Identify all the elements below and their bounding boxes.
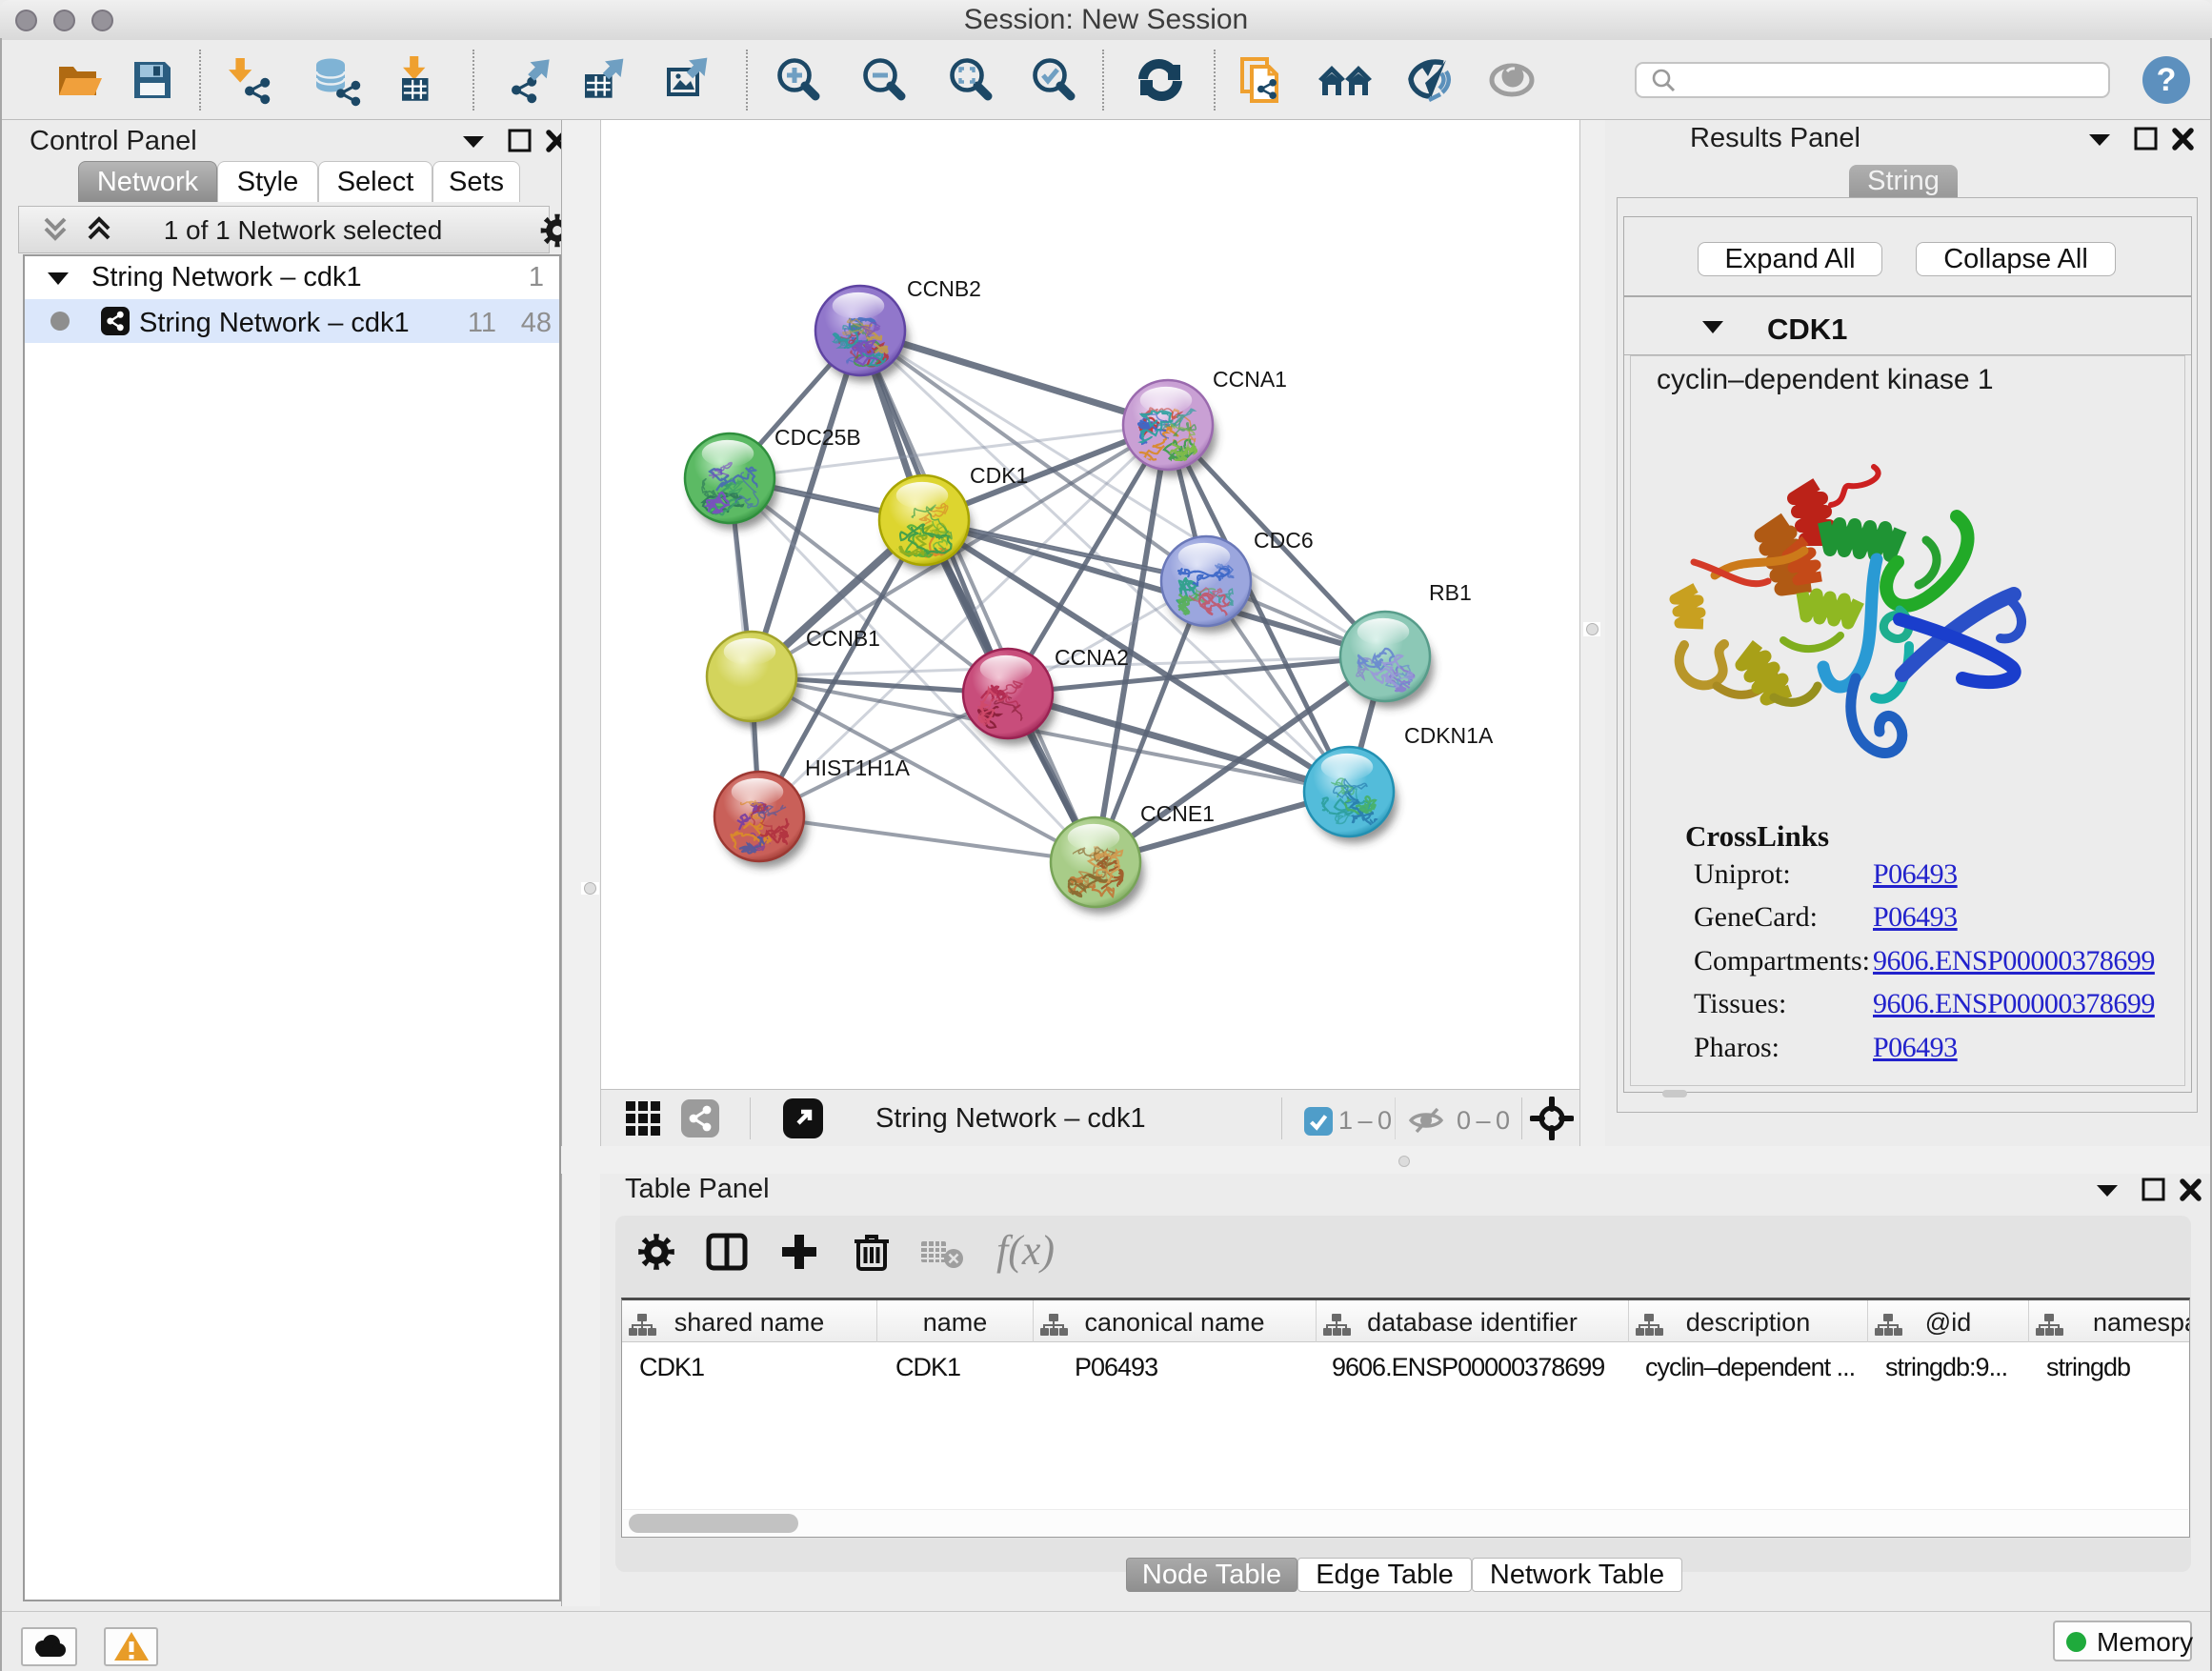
svg-text:CDKN1A: CDKN1A	[1404, 723, 1494, 748]
svg-text:CCNB2: CCNB2	[907, 276, 981, 301]
svg-text:CCNA1: CCNA1	[1213, 367, 1287, 392]
svg-text:CCNB1: CCNB1	[806, 626, 880, 651]
svg-text:CDK1: CDK1	[970, 463, 1028, 488]
svg-text:HIST1H1A: HIST1H1A	[805, 755, 911, 780]
svg-text:CDC6: CDC6	[1254, 528, 1314, 553]
svg-text:CCNE1: CCNE1	[1140, 801, 1215, 826]
svg-text:RB1: RB1	[1429, 580, 1472, 605]
svg-text:CDC25B: CDC25B	[774, 425, 861, 450]
svg-text:CCNA2: CCNA2	[1055, 645, 1129, 670]
